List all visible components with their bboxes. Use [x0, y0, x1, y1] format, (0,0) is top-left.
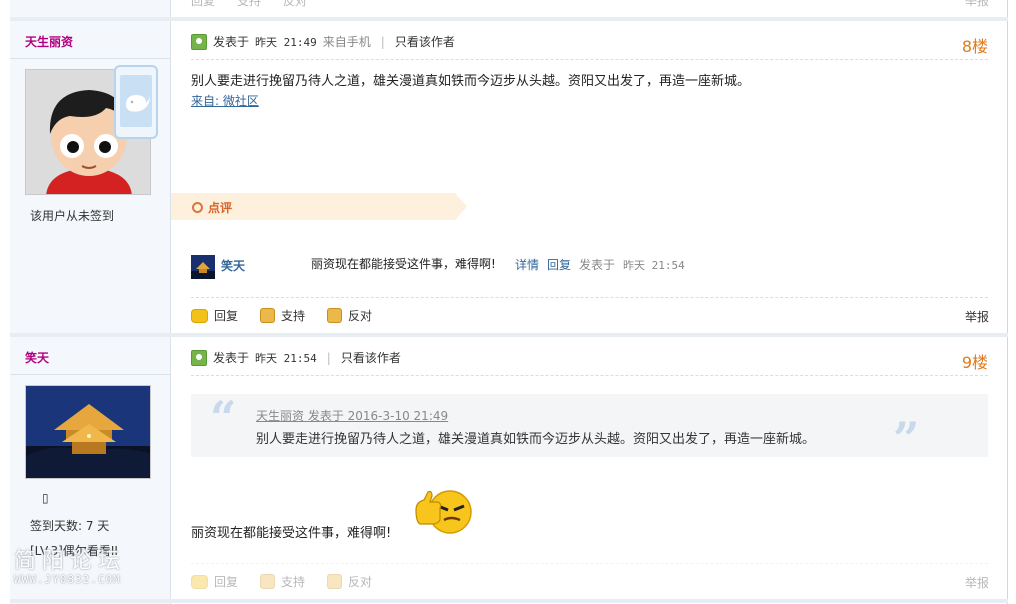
comment-circle-icon: [192, 202, 203, 213]
prev-reply-button[interactable]: 回复: [191, 0, 215, 9]
post8-support-button[interactable]: 支持: [260, 307, 305, 324]
post9-body: 丽资现在都能接受这件事，难得啊!: [191, 526, 392, 541]
comment-user-name[interactable]: 笑天: [221, 257, 245, 274]
castle-thumbnail: [191, 255, 215, 279]
prev-post-actions: 回复 支持 反对: [191, 0, 307, 9]
post9-only-author-link[interactable]: 只看该作者: [341, 349, 401, 366]
watermark-url: WWW.JY0832.COM: [14, 573, 121, 586]
post9-floor-number[interactable]: 9楼: [962, 349, 988, 373]
meta-divider: |: [326, 350, 331, 365]
post8-actions-divider: [191, 297, 988, 298]
post-separator: [10, 17, 1008, 21]
post8-author-name[interactable]: 天生丽资: [25, 33, 73, 50]
post9-actions: 回复 支持 反对: [191, 573, 394, 590]
thumbs-down-icon: [327, 574, 343, 589]
prev-report-link[interactable]: 举报: [965, 0, 989, 9]
watermark-title: 简阳论坛: [14, 549, 127, 574]
post9-time: 昨天 21:54: [255, 351, 317, 365]
post8-reply-button[interactable]: 回复: [191, 307, 238, 324]
thumbs-up-smiley-icon: [415, 490, 472, 534]
post8-source: 来自手机: [322, 35, 371, 49]
post9-report-link[interactable]: 举报: [965, 574, 989, 591]
comment-actions: 详情 回复 发表于 昨天 21:54: [515, 256, 685, 273]
post8-time: 昨天 21:49: [255, 35, 317, 49]
post9-author-name[interactable]: 笑天: [25, 349, 49, 366]
post8-oppose-button[interactable]: 反对: [327, 307, 372, 324]
post8-header-divider: [191, 59, 988, 60]
post-status-icon: [191, 33, 207, 50]
post8-body: 别人要走进行挽留乃待人之道，雄关漫道真如铁而今迈步从头越。资阳又出发了，再造一座…: [191, 74, 751, 89]
post8-sign-status: 该用户从未签到: [30, 209, 115, 223]
quote-header[interactable]: 天生丽资 发表于 2016-3-10 21:49: [256, 407, 448, 424]
meta-divider: |: [380, 34, 385, 49]
comment-reply-link[interactable]: 回复: [547, 256, 571, 273]
thumbs-down-icon: [327, 308, 343, 323]
reply-icon: [191, 574, 208, 589]
prev-support-button[interactable]: 支持: [237, 0, 261, 9]
post9-meta: 发表于 昨天 21:54 | 只看该作者: [191, 349, 401, 366]
comment-text: 丽资现在都能接受这件事，难得啊!: [311, 257, 496, 271]
post9-support-button[interactable]: 支持: [260, 573, 305, 590]
support-label: 支持: [281, 309, 306, 323]
post9-reply-button[interactable]: 回复: [191, 573, 238, 590]
post-separator: [10, 599, 1008, 603]
thumbs-up-icon: [260, 574, 276, 589]
reply-label: 回复: [214, 309, 239, 323]
post8-report-link[interactable]: 举报: [965, 308, 989, 325]
post9-posted-label: 发表于: [213, 351, 250, 365]
support-label: 支持: [281, 575, 306, 589]
oppose-label: 反对: [348, 309, 373, 323]
comment-time: 昨天 21:54: [623, 258, 685, 272]
site-watermark: 简阳论坛 WWW.JY0832.COM: [14, 543, 126, 586]
comment-detail-link[interactable]: 详情: [515, 256, 539, 273]
thumbs-up-icon: [260, 308, 276, 323]
reply-icon: [191, 308, 208, 323]
sidebar-divider: [10, 58, 171, 59]
reply-label: 回复: [214, 575, 239, 589]
sidebar-divider: [10, 374, 171, 375]
comment-section-label: 点评: [208, 201, 233, 215]
post8-posted-label: 发表于: [213, 35, 250, 49]
quote-block: [191, 394, 988, 457]
quote-text: 别人要走进行挽留乃待人之道，雄关漫道真如铁而今迈步从头越。资阳又出发了，再造一座…: [256, 432, 816, 447]
post9-avatar[interactable]: [25, 385, 151, 479]
post8-actions: 回复 支持 反对: [191, 307, 394, 324]
post-separator: [10, 333, 1008, 337]
post-status-icon: [191, 349, 207, 366]
oppose-label: 反对: [348, 575, 373, 589]
quote-open-icon: “: [210, 391, 237, 445]
post9-header-divider: [191, 375, 988, 376]
comment-posted-label: 发表于: [579, 258, 616, 272]
post8-meta: 发表于 昨天 21:49 来自手机 | 只看该作者: [191, 33, 455, 50]
whale-icon: [126, 95, 150, 112]
post8-from-link[interactable]: 来自: 微社区: [191, 92, 259, 109]
post9-actions-divider: [191, 563, 988, 564]
castle-night-image: [26, 386, 150, 478]
post9-sign-days: 签到天数: 7 天: [30, 519, 110, 533]
comment-user-avatar[interactable]: [191, 255, 215, 279]
prev-oppose-button[interactable]: 反对: [283, 0, 307, 9]
mobile-device-icon: ▯: [42, 491, 49, 505]
post9-oppose-button[interactable]: 反对: [327, 573, 372, 590]
mobile-app-badge: [114, 65, 158, 139]
quote-close-icon: ”: [893, 412, 920, 466]
post8-only-author-link[interactable]: 只看该作者: [395, 33, 455, 50]
post8-floor-number[interactable]: 8楼: [962, 33, 988, 57]
